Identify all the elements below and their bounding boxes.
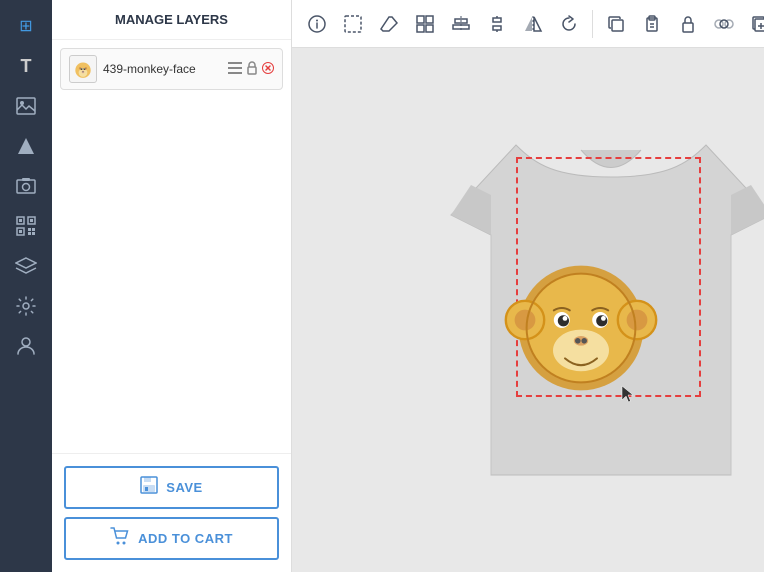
save-button[interactable]: SAVE xyxy=(64,466,279,509)
align-h-button[interactable] xyxy=(444,7,478,41)
layer-thumbnail xyxy=(69,55,97,83)
main-area xyxy=(292,0,764,572)
tshirt-container xyxy=(421,95,764,525)
copy-button[interactable] xyxy=(599,7,633,41)
image-tool-icon[interactable] xyxy=(8,88,44,124)
layer-name: 439-monkey-face xyxy=(103,62,222,76)
layer-actions xyxy=(228,61,274,78)
layers-panel-title: MANAGE LAYERS xyxy=(52,0,291,40)
layer-item[interactable]: 439-monkey-face xyxy=(60,48,283,90)
group-button[interactable] xyxy=(707,7,741,41)
add-to-cart-button[interactable]: ADD TO CART xyxy=(64,517,279,560)
photo-tool-icon[interactable] xyxy=(8,168,44,204)
rotate-button[interactable] xyxy=(552,7,586,41)
user-tool-icon[interactable] xyxy=(8,328,44,364)
select-all-button[interactable] xyxy=(336,7,370,41)
info-button[interactable] xyxy=(300,7,334,41)
grid-view-button[interactable] xyxy=(408,7,442,41)
text-tool-icon[interactable]: T xyxy=(8,48,44,84)
add-to-cart-label: ADD TO CART xyxy=(138,531,233,546)
layers-tool-icon[interactable] xyxy=(8,248,44,284)
monkey-design xyxy=(501,240,661,400)
lock-button[interactable] xyxy=(671,7,705,41)
distribute-button[interactable] xyxy=(480,7,514,41)
top-toolbar xyxy=(292,0,764,48)
layer-close-icon[interactable] xyxy=(262,62,274,77)
layers-panel: MANAGE LAYERS xyxy=(52,0,292,572)
flip-button[interactable] xyxy=(516,7,550,41)
save-label: SAVE xyxy=(166,480,202,495)
cart-icon xyxy=(110,527,130,550)
duplicate-button[interactable] xyxy=(743,7,764,41)
settings-tool-icon[interactable] xyxy=(8,288,44,324)
layers-footer: SAVE ADD TO CART xyxy=(52,453,291,572)
left-sidebar: ⊞ T xyxy=(0,0,52,572)
paste-button[interactable] xyxy=(635,7,669,41)
toolbar-separator-1 xyxy=(592,10,593,38)
shape-tool-icon[interactable] xyxy=(8,128,44,164)
layers-list: 439-monkey-face xyxy=(52,40,291,453)
canvas-area[interactable] xyxy=(292,48,764,572)
layer-list-icon[interactable] xyxy=(228,62,242,77)
save-icon xyxy=(140,476,158,499)
qr-tool-icon[interactable] xyxy=(8,208,44,244)
erase-button[interactable] xyxy=(372,7,406,41)
layer-lock-icon[interactable] xyxy=(246,61,258,78)
grid-icon[interactable]: ⊞ xyxy=(8,8,44,44)
